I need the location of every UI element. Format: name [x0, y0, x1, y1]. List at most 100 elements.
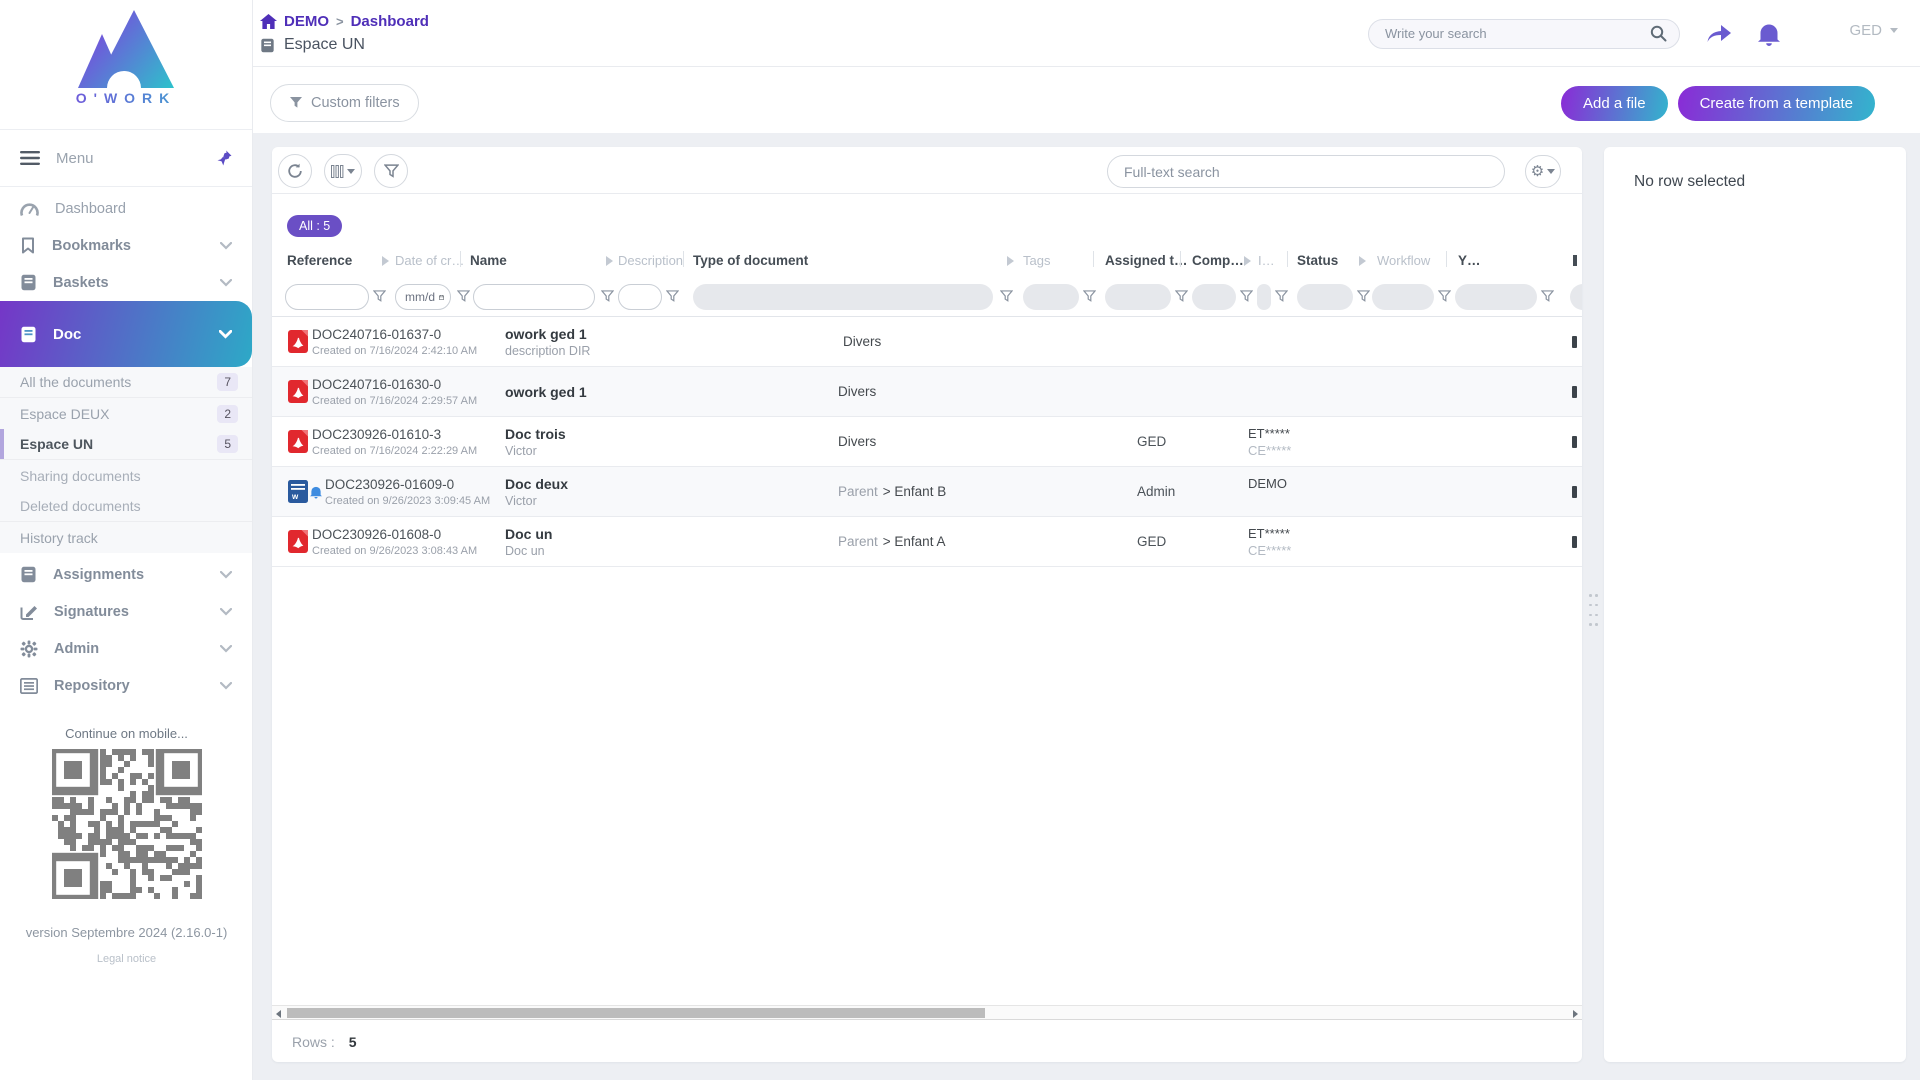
col-name[interactable]: Name — [470, 253, 507, 268]
refresh-icon — [288, 163, 302, 178]
funnel-icon[interactable] — [1000, 290, 1013, 303]
sidebar-item-signatures[interactable]: Signatures — [0, 593, 252, 630]
book-icon — [21, 274, 36, 291]
global-search-input[interactable] — [1385, 26, 1650, 41]
funnel-icon[interactable] — [457, 290, 470, 303]
col-y[interactable]: Y… — [1458, 253, 1481, 268]
create-template-button[interactable]: Create from a template — [1677, 85, 1875, 121]
filter-date-input[interactable]: mm/d — [395, 284, 451, 310]
filters-button[interactable] — [374, 154, 408, 188]
add-file-button[interactable]: Add a file — [1561, 85, 1668, 121]
breadcrumb-current[interactable]: Dashboard — [351, 13, 429, 30]
fulltext-search-input[interactable] — [1124, 163, 1488, 180]
doc-type: Divers — [838, 434, 877, 449]
sidebar-item-baskets[interactable]: Baskets — [0, 264, 252, 301]
clipped-value-fragment — [1572, 486, 1577, 498]
breadcrumb-root[interactable]: DEMO — [284, 13, 329, 30]
doc-created: Created on 7/16/2024 2:22:29 AM — [312, 444, 478, 457]
brand-logo[interactable]: O'WORK — [0, 0, 252, 130]
legal-notice-link[interactable]: Legal notice — [0, 953, 253, 965]
sort-arrow-icon[interactable] — [1359, 256, 1366, 266]
book-icon — [261, 38, 274, 52]
funnel-icon[interactable] — [1438, 290, 1451, 303]
sidebar-menu-toggle[interactable]: Menu — [0, 130, 252, 187]
funnel-icon[interactable] — [1240, 290, 1253, 303]
sidebar-item-espace-un[interactable]: Espace UN 5 — [0, 429, 252, 460]
sidebar-item-history-track[interactable]: History track — [0, 522, 252, 553]
sort-arrow-icon[interactable] — [1007, 256, 1014, 266]
scroll-right-arrow[interactable] — [1573, 1010, 1578, 1018]
col-comp[interactable]: Comp… — [1192, 253, 1244, 268]
funnel-icon[interactable] — [1357, 290, 1370, 303]
tab-all-documents[interactable]: All : 5 — [287, 215, 343, 237]
sidebar-item-assignments[interactable]: Assignments — [0, 556, 252, 593]
sidebar-item-dashboard[interactable]: Dashboard — [0, 190, 252, 227]
col-description[interactable]: Description — [618, 253, 683, 268]
funnel-icon[interactable] — [601, 290, 614, 303]
table-row[interactable]: DOC240716-01637-0 Created on 7/16/2024 2… — [272, 317, 1582, 367]
filter-description-input[interactable] — [618, 284, 662, 310]
funnel-icon[interactable] — [373, 290, 386, 303]
chevron-down-icon — [220, 681, 232, 690]
funnel-icon[interactable] — [1541, 290, 1554, 303]
table-settings-button[interactable]: ⚙ — [1525, 155, 1561, 188]
clipped-column-fragment — [1573, 255, 1577, 266]
col-status[interactable]: Status — [1297, 253, 1338, 268]
sort-arrow-icon[interactable] — [1244, 256, 1251, 266]
col-reference[interactable]: Reference — [287, 253, 352, 268]
sidebar-item-doc[interactable]: Doc — [0, 301, 252, 367]
funnel-icon[interactable] — [1275, 290, 1288, 303]
count-badge: 2 — [217, 404, 238, 423]
caret-down-icon — [1547, 169, 1556, 174]
refresh-button[interactable] — [278, 154, 312, 188]
sidebar-item-admin[interactable]: Admin — [0, 630, 252, 667]
caret-down-icon — [1890, 28, 1898, 33]
sidebar-item-label: Baskets — [53, 274, 109, 291]
horizontal-scrollbar[interactable] — [272, 1005, 1582, 1020]
col-assigned-to[interactable]: Assigned t… — [1105, 253, 1188, 268]
col-type[interactable]: Type of document — [693, 253, 808, 268]
sidebar-item-bookmarks[interactable]: Bookmarks — [0, 227, 252, 264]
home-icon[interactable] — [260, 13, 277, 29]
table-row[interactable]: w DOC230926-01609-0 Created on 9/26/2023… — [272, 467, 1582, 517]
sort-arrow-icon[interactable] — [382, 256, 389, 266]
version-label: version Septembre 2024 (2.16.0-1) — [25, 925, 228, 940]
sidebar-item-sharing-documents[interactable]: Sharing documents — [0, 460, 252, 491]
funnel-icon[interactable] — [1175, 290, 1188, 303]
table-row[interactable]: DOC230926-01610-3 Created on 7/16/2024 2… — [272, 417, 1582, 467]
filter-type-disabled — [693, 284, 993, 310]
col-tags[interactable]: Tags — [1023, 253, 1050, 268]
col-workflow[interactable]: Workflow — [1377, 253, 1430, 268]
count-badge: 7 — [217, 373, 238, 391]
documents-table-card: ⚙ All : 5 Reference Date of cr… Name Des… — [272, 147, 1582, 1062]
panel-resize-grip[interactable] — [1589, 594, 1598, 630]
share-button[interactable] — [1706, 22, 1732, 46]
funnel-icon[interactable] — [1083, 290, 1096, 303]
chevron-down-icon — [220, 644, 232, 653]
custom-filters-button[interactable]: Custom filters — [270, 84, 419, 122]
user-menu[interactable]: GED — [1849, 22, 1898, 39]
filter-name-input[interactable] — [473, 284, 595, 310]
search-icon[interactable] — [1650, 25, 1667, 42]
columns-button[interactable] — [324, 154, 362, 188]
top-header: DEMO > Dashboard Espace UN Write your se… — [253, 0, 1920, 133]
sidebar-item-espace-deux[interactable]: Espace DEUX 2 — [0, 398, 252, 429]
sidebar-item-all-documents[interactable]: All the documents 7 — [0, 367, 252, 398]
filter-reference-input[interactable] — [285, 284, 369, 310]
table-toolbar: ⚙ — [272, 147, 1582, 194]
sidebar-item-label: Repository — [54, 677, 130, 694]
pin-sidebar-icon[interactable] — [217, 150, 232, 166]
sidebar-item-repository[interactable]: Repository — [0, 667, 252, 704]
sort-arrow-icon[interactable] — [606, 256, 613, 266]
scrollbar-thumb[interactable] — [287, 1008, 985, 1018]
table-row[interactable]: DOC240716-01630-0 Created on 7/16/2024 2… — [272, 367, 1582, 417]
table-footer: Rows : 5 — [272, 1021, 1582, 1062]
header-right — [1368, 0, 1920, 67]
table-row[interactable]: DOC230926-01608-0 Created on 9/26/2023 3… — [272, 517, 1582, 567]
col-i[interactable]: I… — [1258, 253, 1275, 268]
notifications-button[interactable] — [1758, 22, 1780, 46]
scroll-left-arrow[interactable] — [276, 1010, 281, 1018]
col-date-created[interactable]: Date of cr… — [395, 253, 464, 268]
funnel-icon[interactable] — [666, 290, 679, 303]
sidebar-item-deleted-documents[interactable]: Deleted documents — [0, 491, 252, 522]
